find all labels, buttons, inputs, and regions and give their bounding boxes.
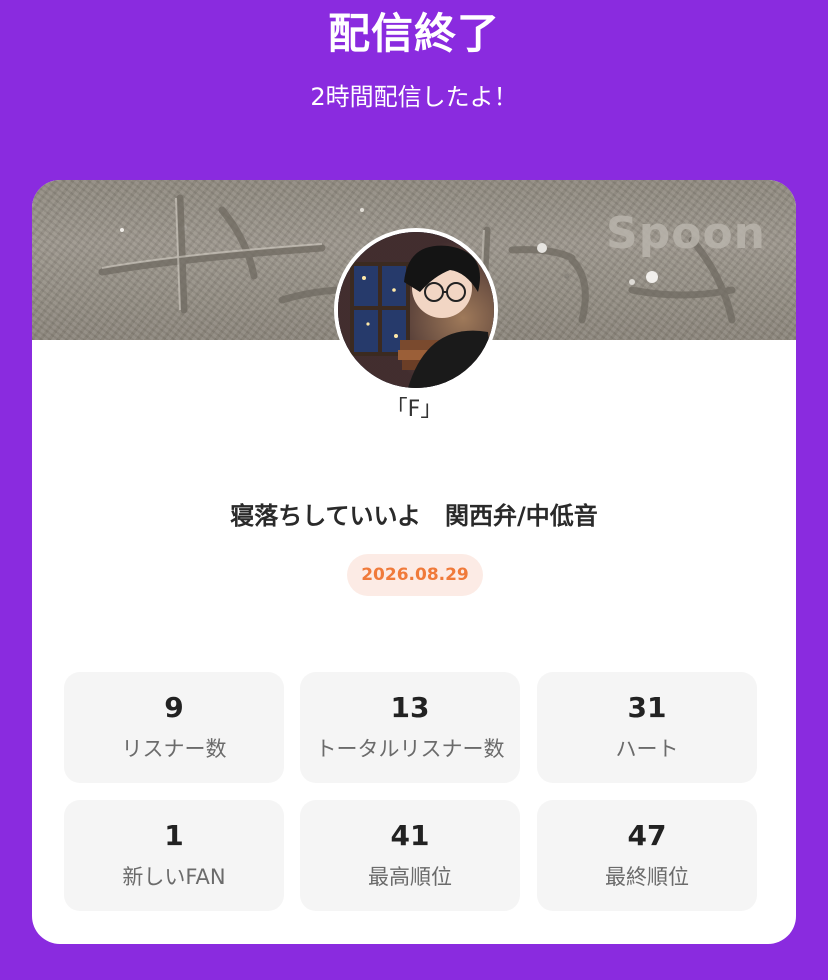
stat-highest-rank: 41 最高順位 <box>300 800 520 911</box>
stat-label: 新しいFAN <box>122 865 226 889</box>
stat-value: 31 <box>627 691 667 724</box>
stat-label: 最終順位 <box>605 865 689 889</box>
page-title: 配信終了 <box>327 9 500 58</box>
username: 「F」 <box>385 397 443 422</box>
stat-hearts: 31 ハート <box>537 672 757 783</box>
avatar-illustration-icon <box>338 232 494 388</box>
stat-value: 41 <box>390 819 430 852</box>
stat-total-listeners: 13 トータルリスナー数 <box>300 672 520 783</box>
stat-label: 最高順位 <box>368 865 452 889</box>
stat-final-rank: 47 最終順位 <box>537 800 757 911</box>
stat-listeners: 9 リスナー数 <box>64 672 284 783</box>
stat-value: 13 <box>390 691 430 724</box>
stat-value: 47 <box>627 819 667 852</box>
stat-label: トータルリスナー数 <box>315 737 505 761</box>
stat-value: 1 <box>164 819 184 852</box>
broadcast-summary-card: Spoon 「F」 寝落ちしていいよ 関西弁/中低音 2026.08.29 9 … <box>32 180 796 944</box>
stat-label: ハート <box>615 737 679 761</box>
stat-value: 9 <box>164 691 184 724</box>
page-subtitle: 2時間配信したよ！ <box>310 83 518 111</box>
spoon-watermark: Spoon <box>606 208 766 259</box>
stat-label: リスナー数 <box>121 737 227 761</box>
stream-date-badge: 2026.08.29 <box>347 554 483 596</box>
stat-new-fans: 1 新しいFAN <box>64 800 284 911</box>
stream-title: 寝落ちしていいよ 関西弁/中低音 <box>230 502 598 530</box>
user-avatar[interactable] <box>334 228 498 392</box>
